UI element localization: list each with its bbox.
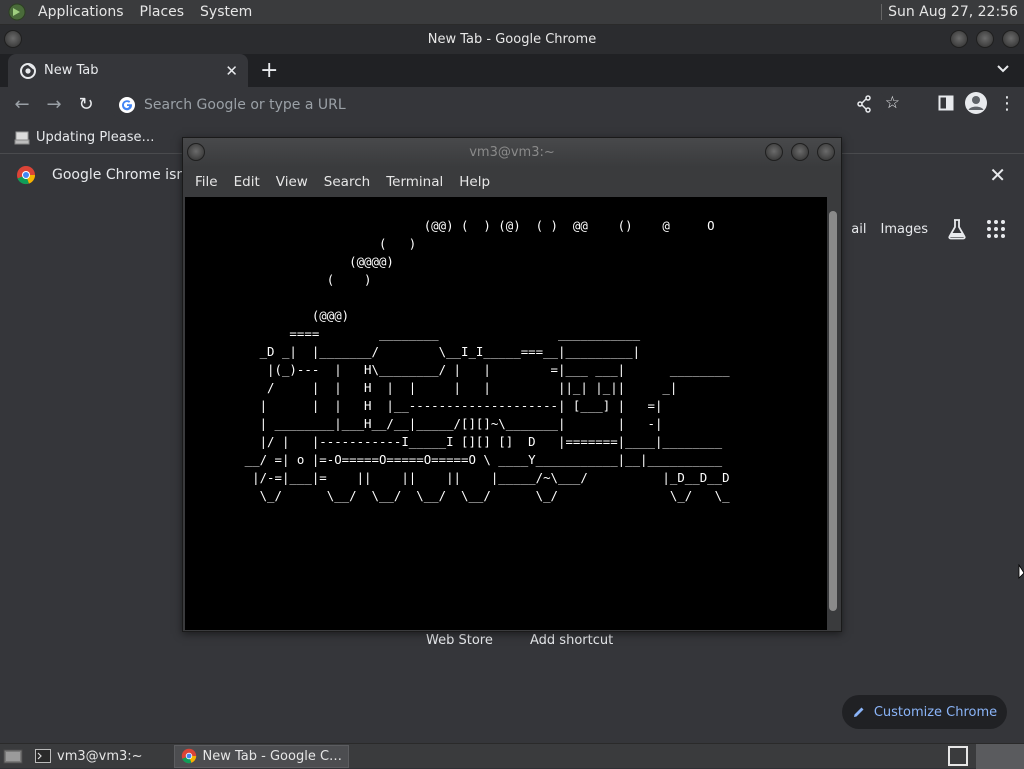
google-g-icon	[119, 96, 135, 113]
chrome-icon	[181, 748, 196, 764]
apps-grid-icon[interactable]	[986, 219, 1006, 239]
pencil-icon	[853, 707, 864, 717]
top-panel: Applications Places System Sun Aug 27, 2…	[0, 0, 1024, 25]
workspace-switcher[interactable]	[948, 746, 968, 766]
bookmark-updating[interactable]: Updating Please…	[36, 130, 155, 145]
terminal-icon	[35, 749, 51, 763]
omnibox[interactable]: Search Google or type a URL ☆	[110, 90, 900, 119]
shortcut-web-store[interactable]: Web Store	[426, 633, 493, 648]
omnibox-placeholder: Search Google or type a URL	[144, 96, 346, 113]
share-icon[interactable]	[856, 95, 872, 113]
terminal-title: vm3@vm3:~	[469, 145, 555, 160]
terminal-scrollbar[interactable]	[827, 197, 839, 630]
system-menu[interactable]: System	[192, 0, 260, 25]
chrome-menu-kebab-icon[interactable]: ⋮	[998, 93, 1016, 114]
customize-chrome-button[interactable]: Customize Chrome	[842, 695, 1007, 729]
customize-label: Customize Chrome	[873, 704, 998, 720]
show-desktop-icon[interactable]	[2, 747, 24, 765]
infobar-text: Google Chrome isn't	[52, 167, 195, 183]
terminal-menu-search[interactable]: Search	[316, 174, 378, 190]
tab-close-icon[interactable]: ✕	[225, 62, 238, 80]
bottom-panel: vm3@vm3:~ New Tab - Google C…	[0, 743, 1024, 769]
bookmark-star-icon[interactable]: ☆	[885, 93, 900, 113]
terminal-output: (@@) ( ) (@) ( ) @@ () @ O ( ) (@@@@) ( …	[244, 218, 730, 503]
clock[interactable]: Sun Aug 27, 22:56	[881, 4, 1024, 20]
tab-title: New Tab	[44, 63, 99, 78]
close-window-icon[interactable]	[1002, 30, 1020, 48]
terminal-scrollbar-thumb[interactable]	[829, 211, 837, 611]
terminal-menubar: File Edit View Search Terminal Help	[183, 167, 841, 197]
labs-flask-icon[interactable]	[946, 218, 968, 240]
tab-new-tab[interactable]: New Tab ✕	[8, 54, 248, 87]
window-menu-icon[interactable]	[4, 30, 22, 48]
terminal-menu-terminal[interactable]: Terminal	[378, 174, 451, 190]
maximize-icon[interactable]	[976, 30, 994, 48]
terminal-window: vm3@vm3:~ File Edit View Search Terminal…	[182, 137, 842, 632]
taskbar-item-label: vm3@vm3:~	[57, 748, 143, 764]
chrome-tab-favicon-icon	[20, 62, 36, 79]
forward-arrow-icon[interactable]: →	[38, 94, 70, 115]
gmail-link[interactable]: ail	[851, 222, 866, 237]
applications-menu[interactable]: Applications	[30, 0, 132, 25]
back-arrow-icon[interactable]: ←	[6, 94, 38, 115]
chrome-window-title: New Tab - Google Chrome	[427, 32, 597, 47]
chrome-logo-icon	[17, 166, 36, 185]
taskbar-item-chrome[interactable]: New Tab - Google C…	[173, 744, 350, 768]
taskbar-item-label: New Tab - Google C…	[202, 748, 343, 764]
terminal-menu-file[interactable]: File	[187, 174, 226, 190]
tab-strip: New Tab ✕ +	[0, 54, 1024, 87]
profile-avatar-icon[interactable]	[964, 91, 988, 115]
terminal-menu-edit[interactable]: Edit	[226, 174, 268, 190]
shortcut-add[interactable]: Add shortcut	[530, 633, 613, 648]
terminal-menu-help[interactable]: Help	[451, 174, 498, 190]
terminal-close-icon[interactable]	[817, 143, 835, 161]
terminal-titlebar[interactable]: vm3@vm3:~	[183, 138, 841, 167]
toolbar-right: ⋮	[938, 91, 1016, 115]
images-link[interactable]: Images	[881, 222, 929, 237]
terminal-screen[interactable]: (@@) ( ) (@) ( ) @@ () @ O ( ) (@@@@) ( …	[185, 197, 827, 630]
chrome-titlebar[interactable]: New Tab - Google Chrome	[0, 25, 1024, 54]
workspace-indicator[interactable]	[976, 744, 1024, 769]
applications-logo-icon[interactable]	[8, 3, 26, 21]
terminal-maximize-icon[interactable]	[791, 143, 809, 161]
mouse-cursor-icon	[1018, 564, 1024, 579]
tab-search-chevron-icon[interactable]	[996, 62, 1010, 76]
ntp-header-links: ail Images	[851, 218, 1006, 240]
taskbar-item-terminal[interactable]: vm3@vm3:~	[28, 745, 150, 768]
terminal-menu-view[interactable]: View	[268, 174, 316, 190]
bookmark-favicon-icon	[14, 131, 30, 144]
infobar-close-icon[interactable]: ✕	[989, 163, 1006, 187]
clock-text: Sun Aug 27, 22:56	[888, 4, 1018, 20]
terminal-window-menu-icon[interactable]	[187, 143, 205, 161]
new-tab-plus-icon[interactable]: +	[260, 58, 278, 83]
terminal-minimize-icon[interactable]	[765, 143, 783, 161]
toolbar: ← → ↻ Search Google or type a URL ☆ ⋮	[0, 87, 1024, 122]
side-panel-icon[interactable]	[938, 95, 954, 111]
reload-icon[interactable]: ↻	[70, 94, 102, 115]
minimize-icon[interactable]	[950, 30, 968, 48]
places-menu[interactable]: Places	[132, 0, 193, 25]
